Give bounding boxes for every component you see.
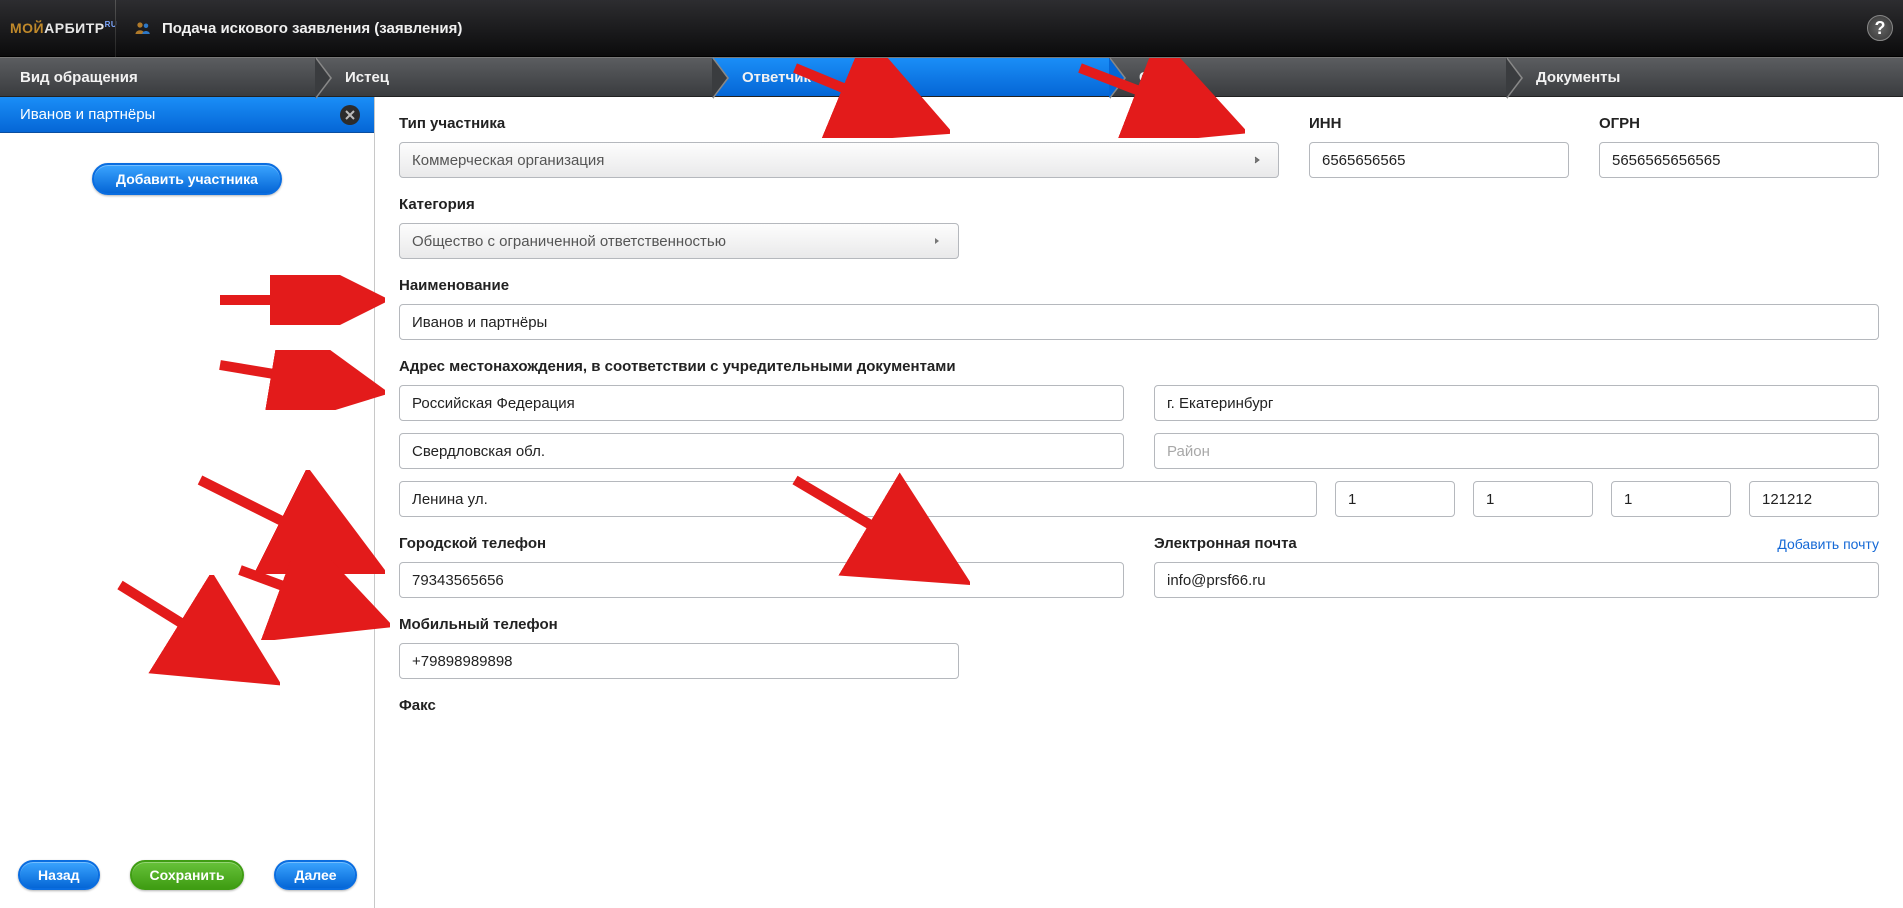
save-button[interactable]: Сохранить (130, 860, 245, 890)
close-icon (345, 110, 355, 120)
country-input[interactable] (399, 385, 1124, 421)
category-value: Общество с ограниченной ответственностью (412, 233, 726, 250)
back-button[interactable]: Назад (18, 860, 100, 890)
address-label: Адрес местонахождения, в соответствии с … (399, 358, 1879, 375)
mobile-input[interactable] (399, 643, 959, 679)
participant-name: Иванов и партнёры (20, 106, 155, 123)
region-input[interactable] (399, 433, 1124, 469)
district-input[interactable] (1154, 433, 1879, 469)
chevron-down-icon (928, 232, 946, 250)
step-label: Суд (1139, 69, 1167, 86)
city-phone-label: Городской телефон (399, 535, 1124, 552)
step-appeal-type[interactable]: Вид обращения (0, 58, 315, 96)
city-phone-input[interactable] (399, 562, 1124, 598)
type-label: Тип участника (399, 115, 1279, 132)
brand-pre: МОЙ (10, 20, 44, 36)
building-input[interactable] (1473, 481, 1593, 517)
header-separator (115, 0, 116, 57)
zip-input[interactable] (1749, 481, 1879, 517)
email-input[interactable] (1154, 562, 1879, 598)
email-label: Электронная почта (1154, 535, 1297, 552)
brand-logo[interactable]: МОЙАРБИТРRU (10, 20, 115, 36)
help-button[interactable]: ? (1867, 15, 1893, 41)
street-input[interactable] (399, 481, 1317, 517)
add-email-link[interactable]: Добавить почту (1777, 536, 1879, 552)
page-title: Подача искового заявления (заявления) (162, 20, 462, 37)
inn-label: ИНН (1309, 115, 1569, 132)
chevron-down-icon (1248, 151, 1266, 169)
users-icon (134, 19, 152, 37)
house-input[interactable] (1335, 481, 1455, 517)
apartment-input[interactable] (1611, 481, 1731, 517)
sidebar: Иванов и партнёры Добавить участника Наз… (0, 97, 375, 908)
city-input[interactable] (1154, 385, 1879, 421)
top-header: МОЙАРБИТРRU Подача искового заявления (з… (0, 0, 1903, 57)
mobile-label: Мобильный телефон (399, 616, 959, 633)
fax-label: Факс (399, 697, 1879, 714)
next-button[interactable]: Далее (274, 860, 356, 890)
step-court[interactable]: Суд (1109, 58, 1506, 96)
step-defendant[interactable]: Ответчик (712, 58, 1109, 96)
inn-input[interactable] (1309, 142, 1569, 178)
step-label: Вид обращения (20, 69, 138, 86)
step-label: Документы (1536, 69, 1620, 86)
category-label: Категория (399, 196, 959, 213)
wizard-steps: Вид обращения Истец Ответчик Суд Докумен… (0, 57, 1903, 97)
brand-main: АРБИТР (44, 20, 104, 36)
defendant-form: Тип участника Коммерческая организация И… (375, 97, 1903, 908)
name-input[interactable] (399, 304, 1879, 340)
remove-participant-button[interactable] (340, 105, 360, 125)
step-plaintiff[interactable]: Истец (315, 58, 712, 96)
participant-type-value: Коммерческая организация (412, 152, 604, 169)
add-participant-button[interactable]: Добавить участника (92, 163, 282, 195)
category-select[interactable]: Общество с ограниченной ответственностью (399, 223, 959, 259)
sidebar-footer: Назад Сохранить Далее (0, 848, 374, 908)
step-label: Ответчик (742, 69, 811, 86)
main-area: Иванов и партнёры Добавить участника Наз… (0, 97, 1903, 908)
step-documents[interactable]: Документы (1506, 58, 1903, 96)
ogrn-label: ОГРН (1599, 115, 1879, 132)
participant-type-select[interactable]: Коммерческая организация (399, 142, 1279, 178)
name-label: Наименование (399, 277, 1879, 294)
step-label: Истец (345, 69, 389, 86)
sidebar-participant[interactable]: Иванов и партнёры (0, 97, 374, 133)
ogrn-input[interactable] (1599, 142, 1879, 178)
